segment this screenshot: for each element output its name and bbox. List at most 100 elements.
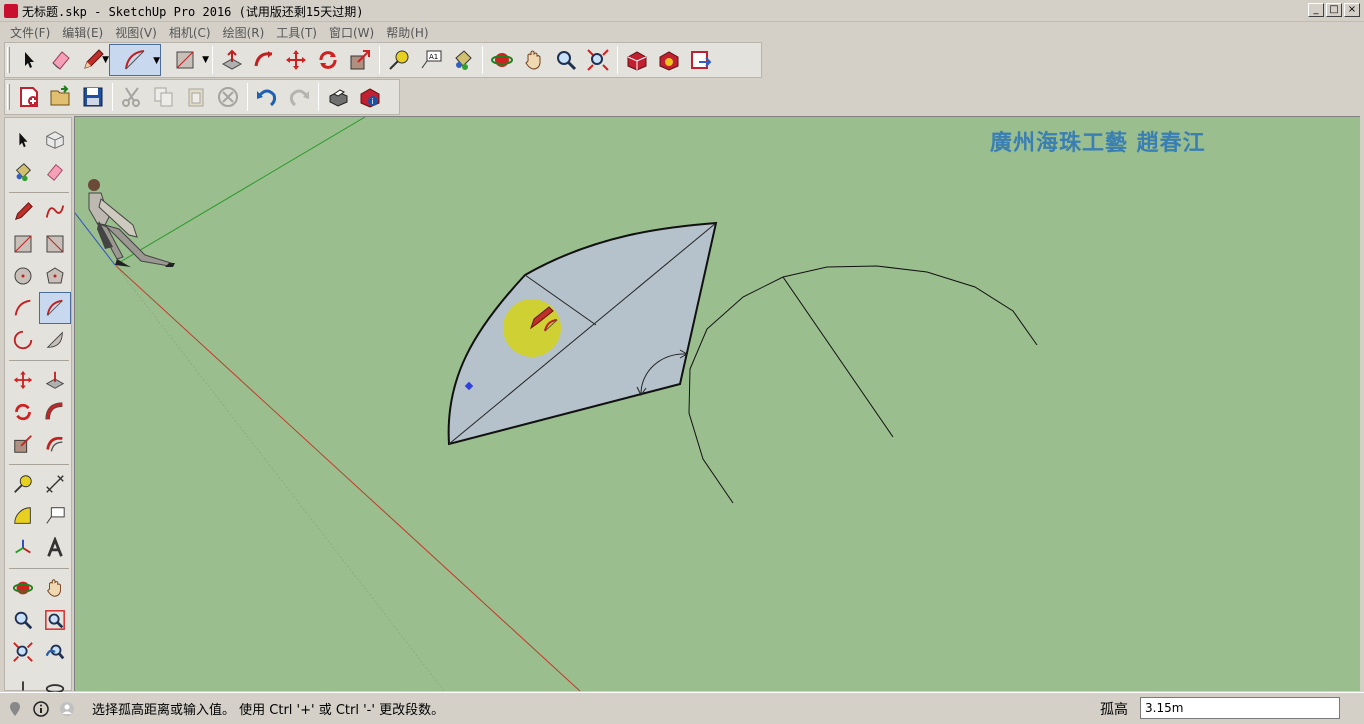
follow-me-tool-button[interactable] [39, 396, 71, 428]
menu-window[interactable]: 窗口(W) [325, 24, 378, 41]
paint-bucket-tool-button[interactable] [7, 156, 39, 188]
zoom-window-tool-button[interactable] [39, 604, 71, 636]
menu-tools[interactable]: 工具(T) [272, 24, 321, 41]
axes-tool-button[interactable] [7, 532, 39, 564]
move-tool-button[interactable] [280, 44, 312, 76]
move-tool-button[interactable] [7, 364, 39, 396]
tape-measure-tool-button[interactable] [383, 44, 415, 76]
offset-tool-button[interactable] [248, 44, 280, 76]
zoom-extents-tool-button[interactable] [7, 636, 39, 668]
pie-tool-button[interactable] [39, 292, 71, 324]
push-pull-icon [45, 371, 65, 389]
line-tool-button[interactable]: ▼ [77, 44, 109, 76]
copy-button[interactable] [148, 81, 180, 113]
polygon-tool-button[interactable] [39, 260, 71, 292]
geo-location-button[interactable] [4, 698, 26, 720]
rotate-tool-button[interactable] [312, 44, 344, 76]
arc-tool-button[interactable]: ▼ [109, 44, 161, 76]
zoom-window-icon [45, 610, 65, 630]
paint-bucket-tool-button[interactable] [447, 44, 479, 76]
sector-tool-button[interactable] [39, 324, 71, 356]
delete-button[interactable] [212, 81, 244, 113]
rotated-rectangle-tool-button[interactable] [39, 228, 71, 260]
extension-warehouse-button[interactable] [653, 44, 685, 76]
undo-button[interactable] [251, 81, 283, 113]
credits-button[interactable] [30, 698, 52, 720]
model-info-button[interactable]: i [354, 81, 386, 113]
push-pull-tool-button[interactable] [216, 44, 248, 76]
print-button[interactable] [322, 81, 354, 113]
status-hint: 选择孤高距离或输入值。 使用 Ctrl '+' 或 Ctrl '-' 更改段数。 [92, 703, 445, 718]
toolbar-grip[interactable] [7, 84, 10, 110]
3d-text-tool-button[interactable] [39, 532, 71, 564]
zoom-tool-button[interactable] [7, 604, 39, 636]
dimension-tool-button[interactable] [39, 468, 71, 500]
chevron-down-icon[interactable]: ▼ [202, 55, 209, 65]
rotate-tool-button[interactable] [7, 396, 39, 428]
delete-circle-icon [218, 87, 238, 107]
drawing-viewport[interactable]: 廣州海珠工藝 趙春江 [74, 116, 1360, 691]
redo-button[interactable] [283, 81, 315, 113]
scale-tool-button[interactable] [7, 428, 39, 460]
eraser-tool-button[interactable] [39, 156, 71, 188]
sign-in-button[interactable] [56, 698, 78, 720]
rectangle-icon [176, 51, 194, 69]
scale-tool-button[interactable] [344, 44, 376, 76]
rectangle-tool-button[interactable]: ▼ [161, 44, 209, 76]
push-pull-tool-button[interactable] [39, 364, 71, 396]
zoom-tool-button[interactable] [550, 44, 582, 76]
close-button[interactable]: × [1344, 3, 1360, 17]
large-tool-set [4, 117, 72, 693]
open-file-button[interactable] [45, 81, 77, 113]
circle-tool-button[interactable] [7, 260, 39, 292]
3d-text-icon [47, 537, 63, 557]
rectangle-tool-button[interactable] [7, 228, 39, 260]
text-label-icon: A1 [421, 50, 442, 69]
text-tool-button[interactable]: A1 [415, 44, 447, 76]
pan-tool-button[interactable] [39, 572, 71, 604]
make-component-button[interactable] [39, 124, 71, 156]
cut-button[interactable] [116, 81, 148, 113]
pencil-icon [14, 202, 33, 221]
location-pin-icon [10, 701, 20, 716]
menu-camera[interactable]: 相机(C) [165, 24, 215, 41]
offset-tool-button[interactable] [39, 428, 71, 460]
menu-help[interactable]: 帮助(H) [382, 24, 432, 41]
line-tool-button[interactable] [7, 196, 39, 228]
tape-measure-tool-button[interactable] [7, 468, 39, 500]
measurements-input[interactable] [1140, 697, 1340, 719]
zoom-extents-tool-button[interactable] [582, 44, 614, 76]
3d-warehouse-button[interactable] [621, 44, 653, 76]
new-file-button[interactable] [13, 81, 45, 113]
menu-edit[interactable]: 编辑(E) [58, 24, 107, 41]
protractor-tool-button[interactable] [7, 500, 39, 532]
send-to-layout-button[interactable] [685, 44, 717, 76]
select-tool-button[interactable] [7, 124, 39, 156]
menu-draw[interactable]: 绘图(R) [219, 24, 269, 41]
paste-button[interactable] [180, 81, 212, 113]
3-point-arc-tool-button[interactable] [7, 324, 39, 356]
maximize-button[interactable]: □ [1326, 3, 1342, 17]
chevron-down-icon[interactable]: ▼ [153, 56, 160, 66]
select-tool-button[interactable] [13, 44, 45, 76]
toolbar-grip[interactable] [7, 47, 10, 73]
user-icon [60, 701, 74, 716]
previous-view-button[interactable] [39, 636, 71, 668]
arc-polyline[interactable] [688, 265, 1038, 504]
text-tool-button[interactable] [39, 500, 71, 532]
minimize-button[interactable]: _ [1308, 3, 1324, 17]
scale-figure[interactable] [88, 179, 175, 267]
scissors-icon [122, 87, 140, 107]
arc-tool-button[interactable] [7, 292, 39, 324]
freehand-tool-button[interactable] [39, 196, 71, 228]
orbit-tool-button[interactable] [7, 572, 39, 604]
orbit-tool-button[interactable] [486, 44, 518, 76]
save-file-button[interactable] [77, 81, 109, 113]
menu-view[interactable]: 视图(V) [111, 24, 161, 41]
rotate-icon [319, 51, 337, 69]
chevron-down-icon[interactable]: ▼ [102, 55, 109, 65]
title-bar: 无标题.skp - SketchUp Pro 2016 (试用版还剩15天过期)… [0, 0, 1364, 22]
menu-file[interactable]: 文件(F) [6, 24, 54, 41]
pan-tool-button[interactable] [518, 44, 550, 76]
eraser-tool-button[interactable] [45, 44, 77, 76]
